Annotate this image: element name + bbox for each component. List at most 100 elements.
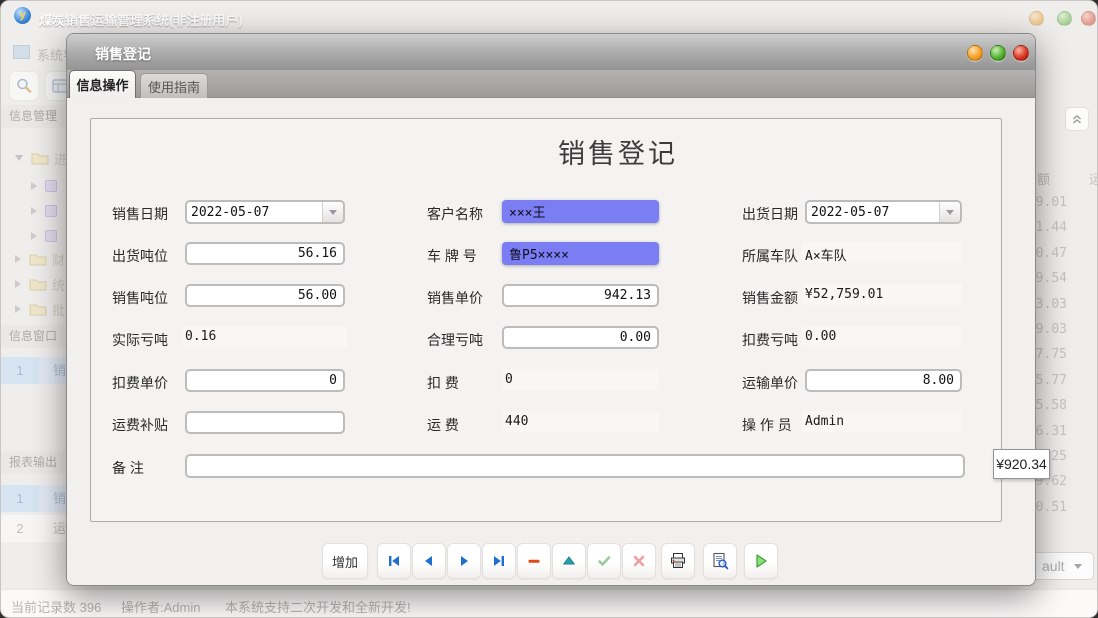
tab-user-guide[interactable]: 使用指南 xyxy=(140,73,208,98)
remark-input[interactable] xyxy=(185,454,965,478)
section-info-window: 信息窗口 xyxy=(1,325,67,348)
sale-tonnage-input[interactable] xyxy=(185,284,345,307)
info-window-row[interactable]: 1 销 xyxy=(1,357,67,384)
close-icon[interactable] xyxy=(1013,45,1029,61)
dialog-titlebar[interactable]: 销售登记 xyxy=(67,34,1035,70)
tree-label: 财 xyxy=(52,250,65,269)
tab-info-operation[interactable]: 信息操作 xyxy=(69,70,136,98)
confirm-icon xyxy=(596,553,612,569)
prev-icon xyxy=(421,553,437,569)
collapse-panel-button[interactable] xyxy=(1065,107,1089,131)
tab-bar: 信息操作 使用指南 xyxy=(67,70,1035,98)
combo-dropdown-button[interactable] xyxy=(939,202,960,222)
preview-button[interactable] xyxy=(703,543,737,579)
next-icon xyxy=(456,553,472,569)
dialog-title: 销售登记 xyxy=(95,44,151,64)
label-ship-date: 出货日期 xyxy=(742,204,798,224)
status-bar: 当前记录数 396 操作者:Admin 本系统支持二次开发和全新开发! xyxy=(1,589,1098,618)
unit-price-input[interactable] xyxy=(502,284,659,307)
sale-amount-value: ¥52,759.01 xyxy=(802,284,962,305)
operator-value: Admin xyxy=(802,411,962,432)
plate-input[interactable] xyxy=(502,242,659,265)
deduct-loss-value: 0.00 xyxy=(802,326,962,347)
label-deduct-fee: 扣 费 xyxy=(427,373,459,393)
form-title: 销售登记 xyxy=(558,132,678,171)
sale-date-input[interactable] xyxy=(191,203,317,221)
tree-item-statistics[interactable]: 统 xyxy=(1,274,65,294)
ship-date-input[interactable] xyxy=(811,203,937,221)
expand-arrow-icon[interactable] xyxy=(15,305,21,313)
customer-input[interactable] xyxy=(502,200,659,223)
maximize-icon[interactable] xyxy=(990,45,1006,61)
expand-arrow-icon[interactable] xyxy=(31,232,37,240)
maximize-icon[interactable] xyxy=(1057,11,1072,26)
add-button[interactable]: 增加 xyxy=(322,543,368,579)
report-row-2[interactable]: 2 运 xyxy=(1,515,67,542)
bg-column-header-amount: 额 xyxy=(1037,169,1050,188)
ship-tonnage-input[interactable] xyxy=(185,242,345,265)
reasonable-loss-input[interactable] xyxy=(502,326,659,349)
sale-date-combo[interactable] xyxy=(185,200,345,224)
row-index: 1 xyxy=(1,357,39,384)
expand-arrow-icon[interactable] xyxy=(15,255,21,263)
delete-record-button[interactable] xyxy=(517,543,551,579)
status-record-count: 当前记录数 396 xyxy=(11,597,101,616)
label-ship-tonnage: 出货吨位 xyxy=(112,246,168,266)
edit-up-icon xyxy=(561,553,577,569)
tree-subitem-icon xyxy=(45,205,57,217)
tree-subitem-2[interactable] xyxy=(1,201,57,221)
ship-date-combo[interactable] xyxy=(805,200,962,224)
confirm-button[interactable] xyxy=(587,543,621,579)
expand-arrow-icon[interactable] xyxy=(31,182,37,190)
report-row-1[interactable]: 1 销 xyxy=(1,485,67,512)
expand-arrow-icon[interactable] xyxy=(15,280,21,288)
chevron-collapse-icon xyxy=(1070,112,1084,126)
record-toolbar: 增加 xyxy=(322,543,778,579)
search-button[interactable] xyxy=(9,71,39,101)
add-button-label: 增加 xyxy=(332,552,358,571)
dropdown-button[interactable] xyxy=(1067,557,1089,575)
first-record-button[interactable] xyxy=(377,543,411,579)
skin-selector-value: ault xyxy=(1042,558,1065,574)
last-record-button[interactable] xyxy=(482,543,516,579)
minimize-icon[interactable] xyxy=(1029,11,1044,26)
preview-icon xyxy=(711,552,729,570)
label-fleet: 所属车队 xyxy=(742,246,798,266)
dropdown-arrow-icon xyxy=(1074,564,1082,569)
section-info-management: 信息管理 xyxy=(1,105,67,128)
search-icon xyxy=(15,77,33,95)
dropdown-arrow-icon xyxy=(946,210,954,215)
combo-dropdown-button[interactable] xyxy=(322,202,343,222)
run-button[interactable] xyxy=(744,543,778,579)
minimize-icon[interactable] xyxy=(967,45,983,61)
tree-item-finance[interactable]: 财 xyxy=(1,249,65,269)
tree-subitem-3[interactable] xyxy=(1,226,57,246)
print-button[interactable] xyxy=(661,543,695,579)
tree-item-purchase[interactable]: 进 xyxy=(1,148,67,168)
row-label: 销 xyxy=(53,485,66,512)
expand-arrow-icon[interactable] xyxy=(31,207,37,215)
transport-price-input[interactable] xyxy=(805,369,962,392)
folder-icon xyxy=(29,252,47,266)
tree-subitem-1[interactable] xyxy=(1,176,57,196)
freight-value: 440 xyxy=(502,411,659,432)
next-record-button[interactable] xyxy=(447,543,481,579)
app-logo-icon: y xyxy=(14,7,31,24)
fleet-value: A×车队 xyxy=(802,242,962,263)
cancel-button[interactable] xyxy=(622,543,656,579)
tree-label: 批 xyxy=(52,300,65,319)
tree-subitem-icon xyxy=(45,180,57,192)
expand-arrow-icon[interactable] xyxy=(15,155,23,161)
deduct-price-input[interactable] xyxy=(185,369,345,392)
freight-subsidy-input[interactable] xyxy=(185,411,345,434)
close-icon[interactable] xyxy=(1081,11,1096,26)
edit-record-button[interactable] xyxy=(552,543,586,579)
main-window: y 煤炭销售运输管理系统(非注册用户) 系统导 信息管理 进 xyxy=(0,0,1098,618)
delete-icon xyxy=(526,553,542,569)
nav-panel-icon xyxy=(13,45,30,59)
tree-subitem-icon xyxy=(45,230,57,242)
tree-item-batch[interactable]: 批 xyxy=(1,299,65,319)
folder-icon xyxy=(31,151,49,165)
label-deduct-price: 扣费单价 xyxy=(112,373,168,393)
previous-record-button[interactable] xyxy=(412,543,446,579)
